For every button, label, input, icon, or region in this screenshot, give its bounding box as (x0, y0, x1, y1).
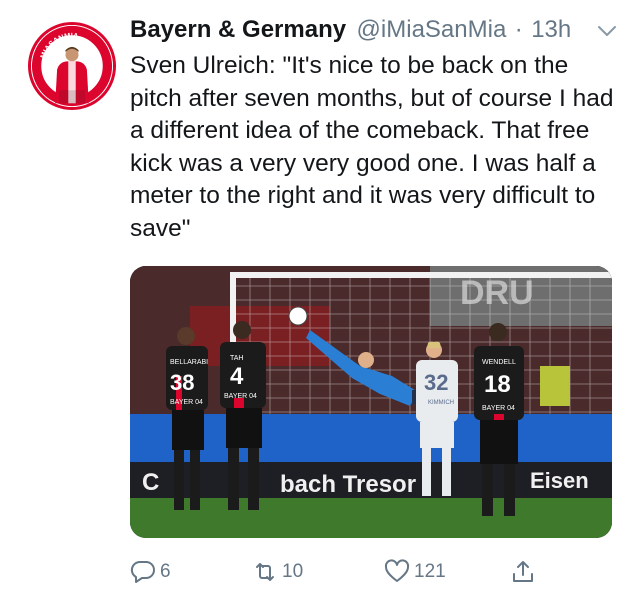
avatar-image: MIASANMIA (31, 25, 113, 107)
tweet-actions: 6 10 121 (130, 556, 612, 588)
tweet-media[interactable]: DRU bach Tresor Eisen C 38 BELLARABI BAY… (130, 266, 612, 538)
player-38-number: 38 (170, 370, 194, 395)
like-count: 121 (414, 561, 446, 582)
reply-button[interactable]: 6 (130, 556, 171, 588)
chevron-down-icon[interactable] (596, 22, 618, 40)
match-photo: DRU bach Tresor Eisen C 38 BELLARABI BAY… (130, 266, 612, 538)
share-icon (513, 561, 533, 582)
player-38-name: BELLARABI (170, 359, 208, 366)
player-18-sponsor: BAYER 04 (482, 405, 515, 412)
ad-text-right: Eisen (530, 468, 589, 493)
player-4-number: 4 (230, 363, 244, 390)
retweet-icon (256, 563, 274, 581)
separator-dot: · (514, 16, 523, 43)
player-38-sponsor: BAYER 04 (170, 399, 203, 406)
heart-icon (384, 559, 410, 582)
player-18-name: WENDELL (482, 359, 516, 366)
player-18-number: 18 (484, 371, 511, 398)
player-32-name: KIMMICH (428, 400, 454, 406)
retweet-button[interactable]: 10 (252, 556, 303, 588)
retweet-count: 10 (282, 561, 304, 582)
player-32-number: 32 (424, 370, 448, 395)
display-name[interactable]: Bayern & Germany (130, 16, 346, 43)
timestamp[interactable]: 13h (531, 16, 571, 43)
ad-text-left: C (142, 469, 159, 496)
ad-text-upper: DRU (460, 274, 534, 312)
like-button[interactable]: 121 (384, 556, 446, 588)
avatar[interactable]: MIASANMIA (28, 22, 116, 110)
user-handle[interactable]: @iMiaSanMia (357, 16, 507, 43)
ad-text-lower: bach Tresor (280, 471, 416, 498)
tweet-header: Bayern & Germany @iMiaSanMia · 13h (130, 16, 620, 48)
reply-count: 6 (160, 561, 171, 582)
player-4-name: TAH (230, 355, 243, 362)
tweet-text: Sven Ulreich: "It's nice to be back on t… (130, 52, 614, 242)
reply-icon (130, 560, 155, 583)
steward-vest (540, 366, 570, 406)
player-4-sponsor: BAYER 04 (224, 393, 257, 400)
share-button[interactable] (510, 556, 536, 588)
